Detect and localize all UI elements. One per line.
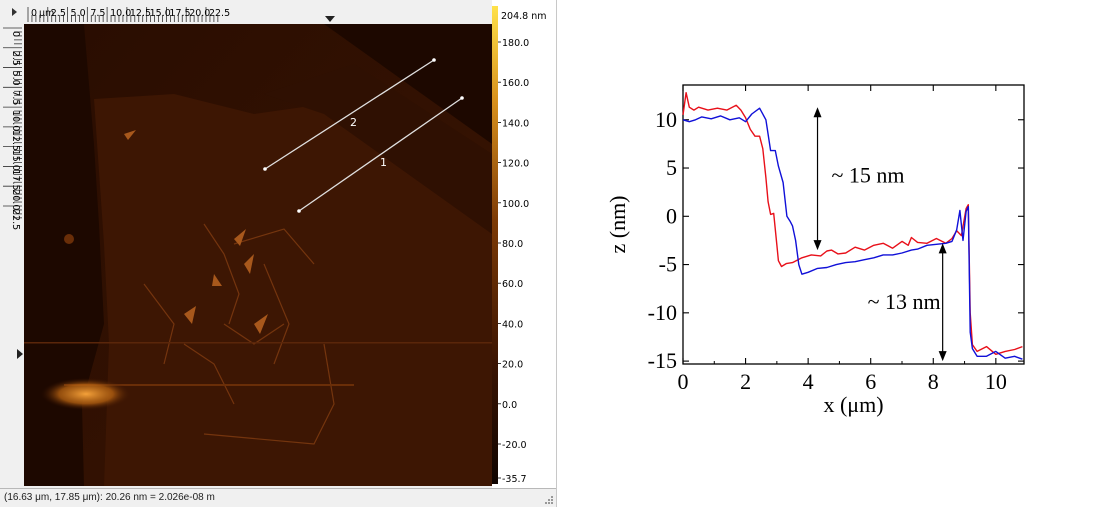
colorbar-label: 60.0 [502,279,523,290]
x-tick-label: 8 [928,369,939,394]
x-tick-label: 6 [865,369,876,394]
annotation-label: ~ 15 nm [832,163,905,188]
top-ruler-label: 0 [31,8,37,19]
afm-height-image[interactable]: 2 1 [24,24,492,486]
left-ruler-label: 20.0 [10,189,21,210]
x-axis-label: x (μm) [823,392,883,417]
profile-label-2: 2 [350,116,357,129]
y-tick-label: -5 [659,252,677,277]
scan-artifact [24,342,492,344]
left-ruler-label: 12.5 [10,130,21,151]
top-ruler-label: 22.5 [209,8,230,19]
bright-particle [41,378,131,410]
afm-viewer-window: 0 2.5 5.0 7.5 10.0 12.5 15.0 17.5 20.0 22.5 μm 02… [0,0,557,507]
top-ruler-label: 5.0 [71,8,86,19]
color-scale-bar: 180.0 160.0 140.0 120.0 100.0 80.0 60.0 40.0 20.… [492,0,556,490]
y-tick-label: 0 [666,203,677,228]
annotation-label: ~ 13 nm [868,289,941,314]
ruler-unit: μm [39,8,54,19]
y-tick-label: -10 [648,300,677,325]
colorbar-label: 80.0 [502,239,523,250]
x-tick-label: 10 [985,369,1007,394]
top-ruler-label: 7.5 [90,8,105,19]
x-tick-label: 0 [678,369,689,394]
left-ruler-label: 7.5 [10,90,21,105]
cursor-readout: (16.63 μm, 17.85 μm): 20.26 nm = 2.026e-… [4,492,215,503]
colorbar-label: 40.0 [502,319,523,330]
y-tick-label: -15 [648,348,677,373]
top-ruler: 0 2.5 5.0 7.5 10.012.515.017.520.022.5 μm [0,0,496,24]
y-tick-label: 10 [655,107,677,132]
plot-frame [682,84,1025,365]
colorbar-label: -35.7 [502,474,527,485]
left-ruler-label: 2.5 [10,51,21,66]
x-tick-label: 4 [803,369,814,394]
left-ruler-label: 10.0 [10,110,21,131]
left-ruler-label: 15.0 [10,150,21,171]
height-profile-chart: 0 2 4 6 8 10 10 5 0 -5 -10 -15 ~ 15 nm ~ 13 nm x (μm… [605,84,1025,417]
y-axis-label: z (nm) [605,195,630,253]
resize-grip-icon[interactable] [544,495,554,505]
colorbar-label: 100.0 [502,199,529,210]
colorbar-label: 160.0 [502,78,529,89]
left-ruler-label: 17.5 [10,169,21,190]
top-ruler-label: 15.0 [150,8,171,19]
left-ruler-label: 0 [10,31,21,37]
left-ruler-label: 5.0 [10,71,21,86]
colorbar-max-label: 204.8 nm [501,11,547,22]
colorbar-label: -20.0 [502,440,527,451]
top-ruler-label: 10.0 [110,8,131,19]
y-tick-label: 5 [666,155,677,180]
top-ruler-label: 17.5 [169,8,190,19]
x-tick-label: 2 [740,369,751,394]
top-ruler-label: 20.0 [189,8,210,19]
colorbar-label: 20.0 [502,360,523,371]
colorbar-label: 180.0 [502,38,529,49]
left-ruler: 0 2.5 5.0 7.5 10.012.515.017.520.022.5 [0,24,24,486]
colorbar-label: 120.0 [502,159,529,170]
colorbar-label: 140.0 [502,118,529,129]
profile-label-1: 1 [380,156,387,169]
top-ruler-label: 12.5 [130,8,151,19]
status-bar: (16.63 μm, 17.85 μm): 20.26 nm = 2.026e-… [0,488,556,507]
colorbar-label: 0.0 [502,400,517,411]
left-ruler-label: 22.5 [10,209,21,230]
